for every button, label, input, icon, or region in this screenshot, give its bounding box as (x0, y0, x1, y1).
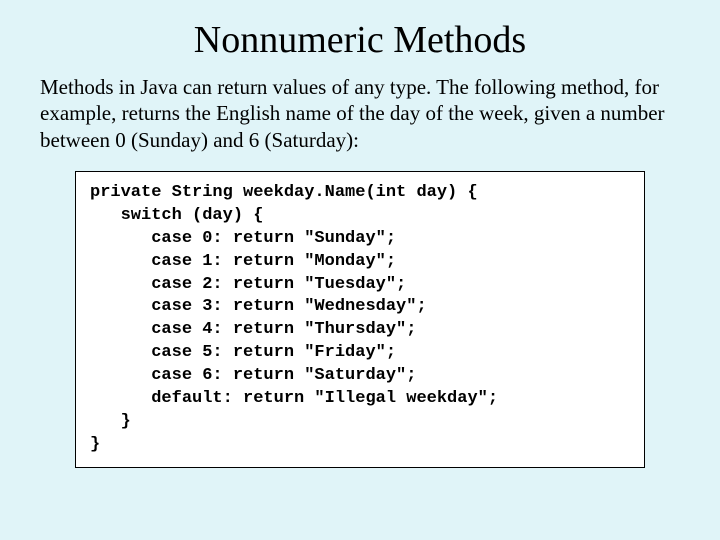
slide-title: Nonnumeric Methods (40, 18, 680, 62)
code-block: private String weekday.Name(int day) { s… (75, 171, 645, 468)
slide-container: Nonnumeric Methods Methods in Java can r… (0, 0, 720, 498)
slide-paragraph: Methods in Java can return values of any… (40, 74, 680, 153)
